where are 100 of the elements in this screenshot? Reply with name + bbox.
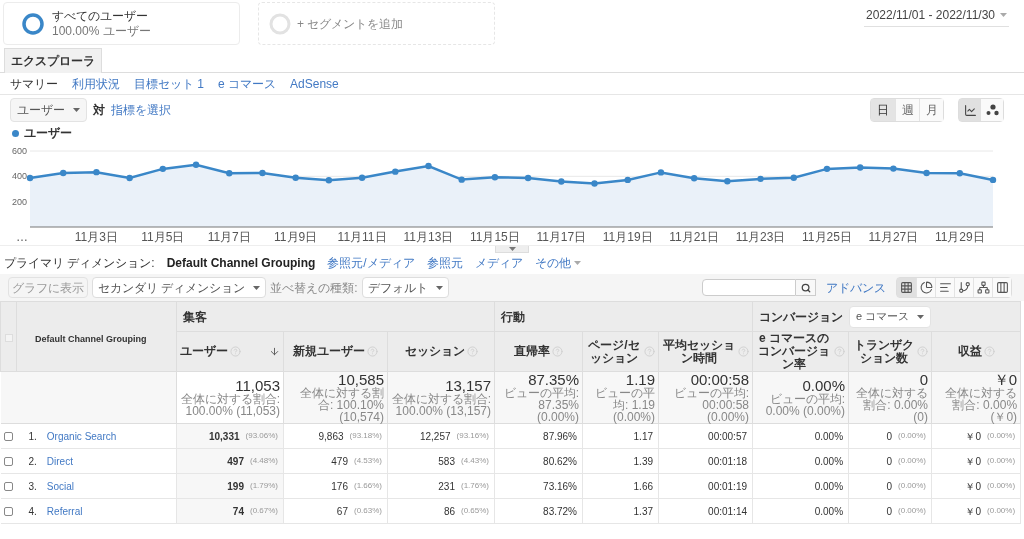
dimension-option[interactable]: 参照元 bbox=[426, 254, 463, 272]
cell-value: 0.00% bbox=[814, 454, 844, 469]
total-value: 00:00:58 bbox=[690, 372, 750, 387]
dimension-option[interactable]: 参照元/メディア bbox=[327, 254, 415, 272]
subnav-link[interactable]: 利用状況 bbox=[72, 74, 120, 93]
data-point bbox=[923, 169, 930, 177]
cell-share: (93.06%) bbox=[245, 430, 278, 442]
row-checkbox[interactable] bbox=[4, 482, 13, 492]
add-segment-card[interactable]: + セグメントを追加 bbox=[258, 2, 495, 45]
column-header-cell[interactable]: ページ/セッション bbox=[582, 331, 659, 372]
view-button[interactable] bbox=[916, 278, 935, 297]
view-button[interactable] bbox=[973, 278, 992, 297]
channel-link[interactable]: Social bbox=[46, 478, 75, 494]
cell-share: (1.66%) bbox=[354, 480, 382, 492]
data-point bbox=[458, 176, 465, 183]
axis-label: 11月5日 bbox=[141, 230, 185, 244]
channel-link[interactable]: Direct bbox=[46, 453, 73, 469]
row-checkbox[interactable] bbox=[4, 457, 13, 467]
expand-handle[interactable] bbox=[495, 246, 529, 253]
axis-label: 600 bbox=[11, 146, 27, 156]
cell-value: 00:01:18 bbox=[708, 454, 748, 469]
dimension-option[interactable]: メディア bbox=[474, 254, 523, 272]
row-checkbox[interactable] bbox=[4, 507, 13, 517]
cell-share: (0.65%) bbox=[461, 505, 489, 517]
column-header-cell[interactable]: ユーザー bbox=[176, 331, 284, 372]
total-note: ビューの平均: 1.19 (0.00%) bbox=[594, 387, 655, 423]
data-point bbox=[956, 170, 963, 177]
axis-label: 11月7日 bbox=[207, 230, 251, 244]
data-point bbox=[690, 175, 698, 182]
view-button[interactable] bbox=[897, 278, 916, 297]
date-range-picker[interactable]: 2022/11/01 - 2022/11/30 bbox=[864, 6, 1009, 27]
subnav-link[interactable]: サマリー bbox=[10, 74, 58, 93]
data-point bbox=[26, 174, 34, 182]
column-header-cell[interactable]: セッション bbox=[387, 331, 495, 372]
sort-type-dropdown[interactable]: デフォルト bbox=[361, 277, 449, 298]
subnav-link[interactable]: AdSense bbox=[290, 74, 339, 93]
cell-value: 231 bbox=[438, 479, 455, 494]
column-group-header: 集客 bbox=[183, 308, 207, 326]
data-point bbox=[491, 174, 499, 181]
tab[interactable]: エクスプローラ bbox=[4, 48, 102, 73]
column-header-cell[interactable]: トランザクション数 bbox=[848, 331, 932, 372]
versus-label: 対 bbox=[93, 102, 105, 119]
chart-type-button[interactable] bbox=[981, 99, 1003, 121]
table-search-field[interactable] bbox=[702, 279, 796, 296]
column-header-cell[interactable]: 収益 bbox=[931, 331, 1021, 372]
total-value: 1.19 bbox=[625, 372, 655, 387]
data-point bbox=[591, 180, 598, 187]
axis-label: 11月3日 bbox=[74, 230, 118, 244]
select-metric-link[interactable]: 指標を選択 bbox=[111, 101, 171, 119]
total-note: 全体に対する割合: 0.00% (0) bbox=[855, 387, 929, 423]
column-header: e コマースのコンバージョン率 bbox=[757, 332, 832, 371]
column-header-cell[interactable]: 平均セッション時間 bbox=[658, 331, 753, 372]
search-button[interactable] bbox=[796, 279, 816, 296]
subnav-link[interactable]: e コマース bbox=[218, 74, 277, 93]
dimension-option[interactable]: Default Channel Grouping bbox=[166, 254, 316, 272]
help-icon bbox=[738, 346, 750, 357]
cell-value: 1.17 bbox=[633, 429, 653, 444]
cell-value: 0.00% bbox=[814, 479, 844, 494]
column-header: Default Channel Grouping bbox=[35, 333, 147, 344]
view-button[interactable] bbox=[954, 278, 973, 297]
total-value: 87.35% bbox=[528, 372, 579, 387]
channel-link[interactable]: Referral bbox=[46, 503, 83, 519]
column-header-cell[interactable]: 直帰率 bbox=[494, 331, 583, 372]
data-point bbox=[358, 174, 366, 181]
chart-type-button[interactable] bbox=[959, 99, 981, 121]
data-point bbox=[558, 178, 565, 185]
total-value: 10,585 bbox=[338, 372, 384, 387]
cell-share: (0.67%) bbox=[250, 505, 278, 517]
view-button[interactable] bbox=[992, 278, 1011, 297]
column-header-cell[interactable]: e コマースのコンバージョン率 bbox=[752, 331, 849, 372]
segment-card[interactable]: すべてのユーザー 100.00% ユーザー bbox=[3, 2, 240, 45]
row-checkbox[interactable] bbox=[4, 432, 13, 442]
period-button[interactable]: 週 bbox=[895, 99, 919, 121]
advanced-link[interactable]: アドバンス bbox=[826, 278, 886, 297]
help-icon bbox=[983, 346, 995, 357]
cell-share: (0.00%) bbox=[987, 480, 1016, 492]
total-value: 0.00% bbox=[802, 378, 846, 393]
cell-share: (0.00%) bbox=[898, 430, 927, 442]
period-button[interactable]: 月 bbox=[919, 99, 943, 121]
period-button[interactable]: 日 bbox=[871, 99, 895, 121]
conversion-dropdown[interactable]: e コマース bbox=[849, 305, 932, 328]
cell-share: (1.79%) bbox=[250, 480, 278, 492]
segment-subtitle: 100.00% ユーザー bbox=[52, 23, 151, 39]
branch-icon bbox=[957, 281, 971, 294]
column-header-cell[interactable]: 新規ユーザー bbox=[283, 331, 388, 372]
caret-icon bbox=[253, 285, 261, 290]
view-button[interactable] bbox=[935, 278, 954, 297]
total-value: 13,157 bbox=[445, 378, 491, 393]
data-point bbox=[856, 164, 864, 171]
dimension-option[interactable]: その他 bbox=[534, 254, 581, 272]
cell-value: 87.96% bbox=[543, 429, 577, 444]
channel-link[interactable]: Organic Search bbox=[46, 428, 117, 444]
help-icon bbox=[367, 346, 378, 357]
secondary-dimension-dropdown[interactable]: セカンダリ ディメンション bbox=[92, 277, 267, 298]
metric-dropdown[interactable]: ユーザー bbox=[10, 98, 87, 122]
total-note: 全体に対する割合: 100.10% (10,574) bbox=[299, 387, 384, 423]
cell-value: ￥0 bbox=[965, 454, 982, 469]
help-icon bbox=[230, 346, 241, 357]
help-icon bbox=[917, 346, 929, 357]
subnav-link[interactable]: 目標セット 1 bbox=[134, 74, 204, 93]
